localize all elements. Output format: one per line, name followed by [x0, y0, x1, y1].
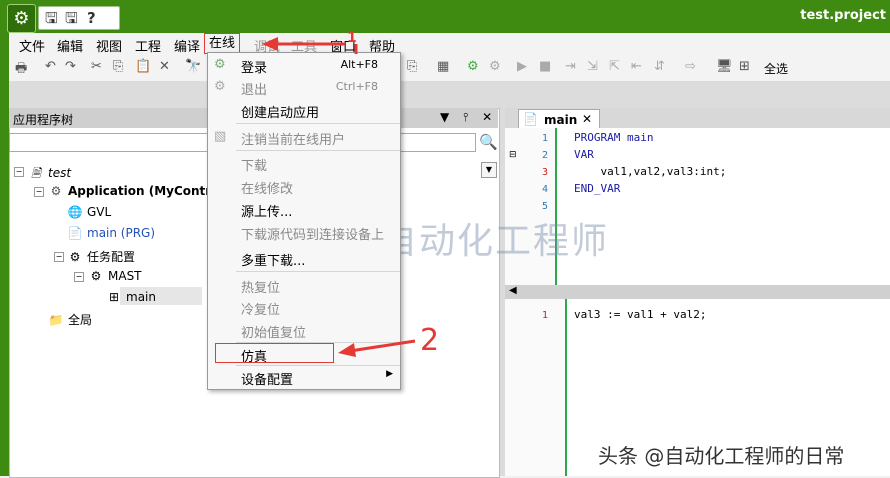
- footer-watermark: 头条 @自动化工程师的日常: [598, 444, 845, 468]
- annotation-arrows: [262, 37, 416, 357]
- annotation-step-2: 2: [420, 323, 440, 358]
- arrow-to-simulation: [338, 339, 416, 357]
- annotation-step-1: 1: [347, 30, 357, 46]
- arrow-to-online-menu: [262, 37, 358, 54]
